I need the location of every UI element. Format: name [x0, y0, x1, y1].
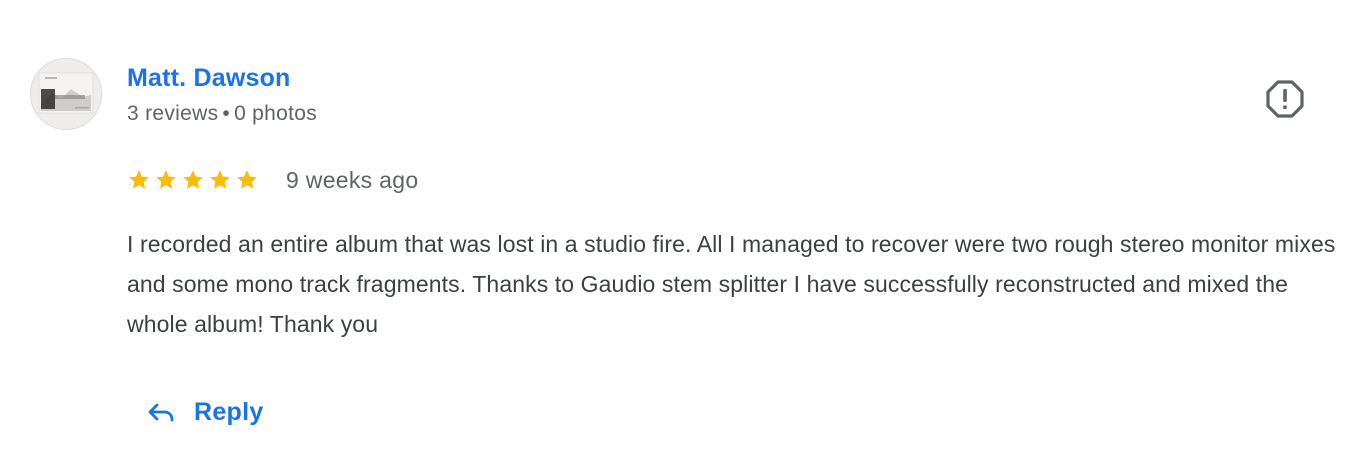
- reply-arrow-icon: [148, 403, 174, 422]
- review-text: I recorded an entire album that was lost…: [127, 231, 1336, 337]
- avatar-image: [31, 59, 101, 129]
- author-stats: 3 reviews • 0 photos: [127, 100, 317, 128]
- rating-row: 9 weeks ago: [127, 164, 418, 196]
- author-avatar[interactable]: [30, 58, 102, 130]
- author-name-link[interactable]: Matt. Dawson: [127, 62, 291, 94]
- report-review-button[interactable]: [1264, 78, 1306, 120]
- report-flag-icon: [1266, 80, 1304, 118]
- photos-count: 0 photos: [234, 102, 318, 125]
- reply-button[interactable]: Reply: [130, 386, 280, 438]
- star-icon: [129, 170, 149, 189]
- meta-separator: •: [222, 102, 231, 125]
- review-date: 9 weeks ago: [286, 166, 419, 193]
- star-icon: [237, 170, 257, 189]
- star-icon: [156, 170, 176, 189]
- star-rating: [127, 168, 259, 192]
- star-icon: [210, 170, 230, 189]
- reviews-count: 3 reviews: [127, 102, 219, 125]
- reply-label: Reply: [194, 397, 264, 426]
- star-icon: [183, 170, 203, 189]
- review-card: Matt. Dawson 3 reviews • 0 photos 9 weeks …: [0, 0, 1362, 456]
